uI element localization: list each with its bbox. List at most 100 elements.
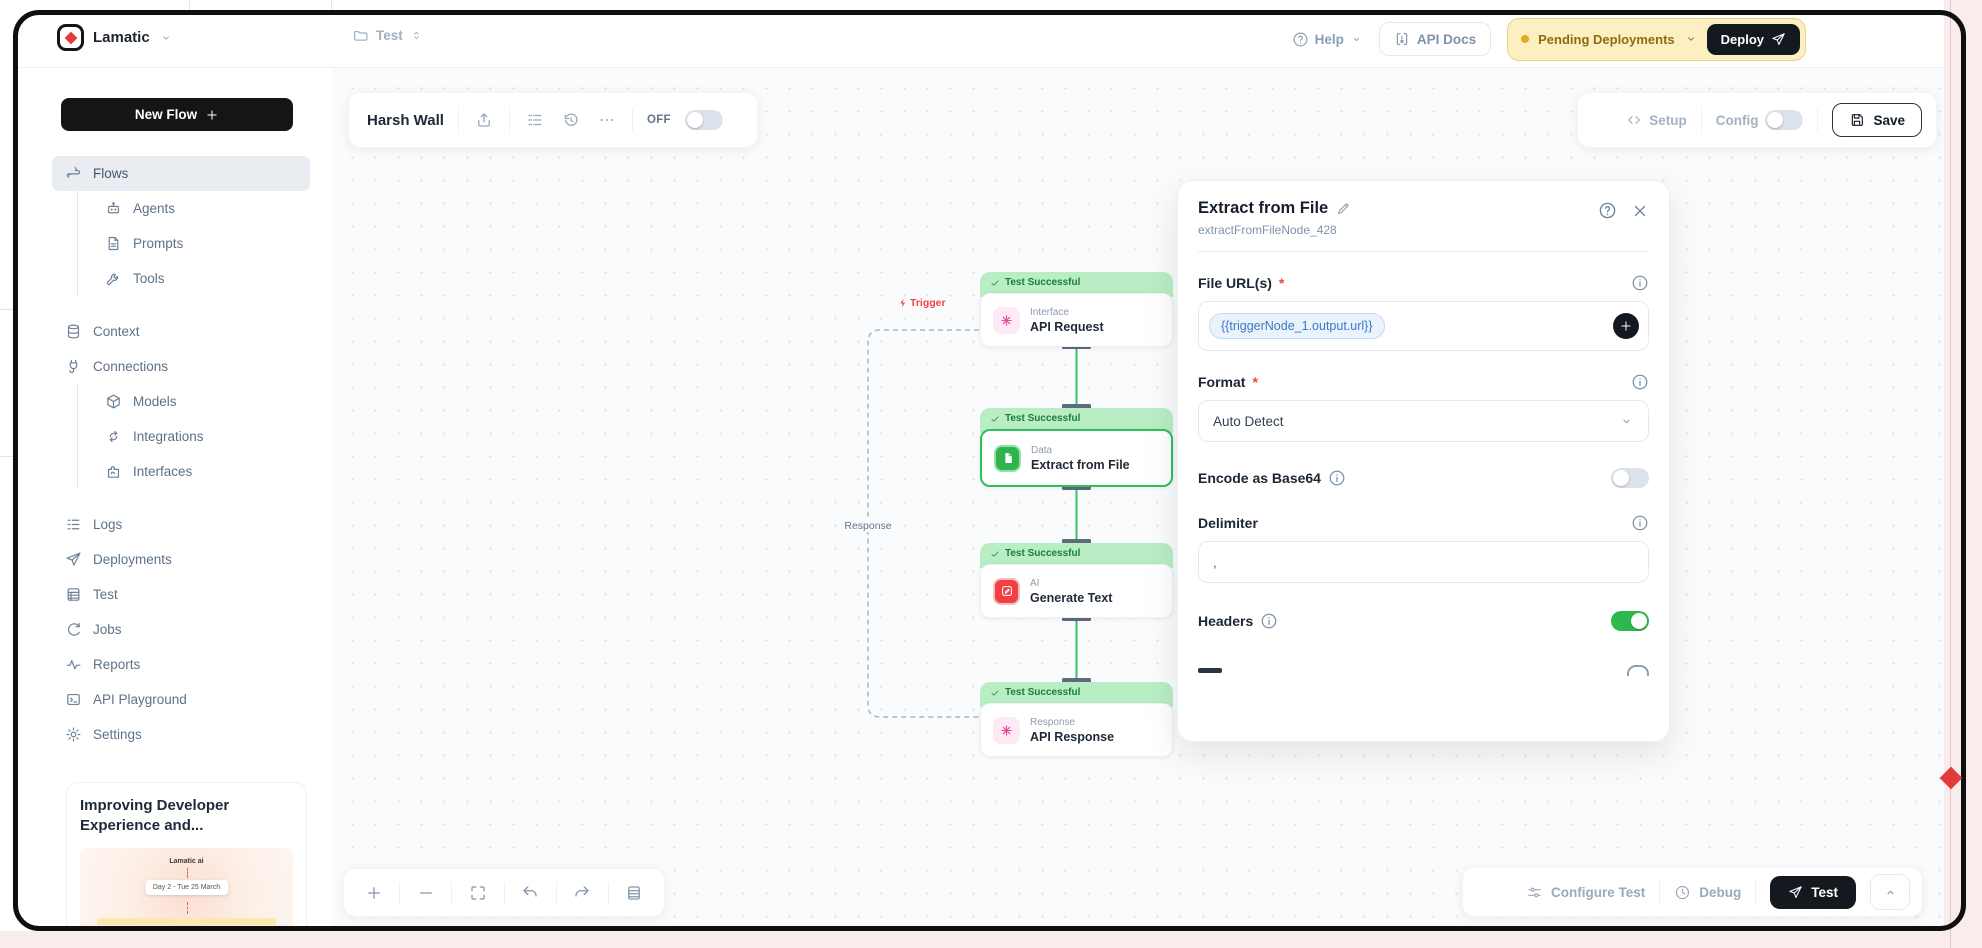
workspace-switcher[interactable]: Lamatic [57, 24, 173, 51]
node-card[interactable]: AI Generate Text [980, 564, 1173, 618]
workspace-name: Lamatic [93, 29, 150, 46]
required-marker: * [1279, 275, 1284, 291]
config-label: Config [1716, 113, 1759, 128]
plus-icon [205, 108, 219, 122]
info-icon[interactable] [1631, 274, 1649, 292]
collapse-toolbar-button[interactable] [1870, 874, 1910, 910]
response-spark-icon [993, 717, 1020, 744]
sidebar-item-reports[interactable]: Reports [52, 647, 310, 682]
share-icon[interactable] [473, 109, 495, 131]
sidebar-item-context[interactable]: Context [52, 314, 310, 349]
sidebar-nav: Flows Agents Prompts Tools [52, 156, 310, 752]
run-toolbar: Configure Test Debug Test [1462, 867, 1923, 917]
file-urls-label-row: File URL(s) * [1198, 275, 1284, 291]
node-generate-text[interactable]: Test Successful AI Generate Text [980, 543, 1173, 618]
notebook-icon [65, 586, 82, 603]
node-card[interactable]: Interface API Request [980, 293, 1173, 347]
trigger-tag: Trigger [898, 297, 946, 309]
clipped-field-label [1198, 668, 1222, 673]
node-api-request[interactable]: Test Successful Interface API Request [980, 272, 1173, 347]
edit-pencil-icon[interactable] [1336, 201, 1351, 216]
node-card-selected[interactable]: Data Extract from File [980, 429, 1173, 487]
zoom-out-button[interactable] [400, 869, 451, 916]
check-icon [990, 278, 1000, 288]
undo-button[interactable] [505, 869, 556, 916]
file-urls-input[interactable]: {{triggerNode_1.output.url}} [1198, 301, 1649, 351]
info-icon[interactable] [1631, 373, 1649, 391]
delimiter-input[interactable]: , [1198, 541, 1649, 583]
promo-card[interactable]: Improving Developer Experience and... La… [66, 782, 307, 931]
format-label-row: Format * [1198, 374, 1258, 390]
gear-icon [65, 726, 82, 743]
sidebar-item-integrations[interactable]: Integrations [105, 419, 310, 454]
panel-help-icon[interactable] [1598, 201, 1617, 220]
panel-close-icon[interactable] [1631, 202, 1649, 220]
notes-table-icon[interactable] [609, 869, 660, 916]
promo-title: Improving Developer Experience and... [80, 796, 293, 836]
node-card[interactable]: Response API Response [980, 703, 1173, 757]
variable-chip[interactable]: {{triggerNode_1.output.url}} [1209, 313, 1385, 339]
setup-button[interactable]: Setup [1626, 112, 1687, 128]
info-icon[interactable] [1260, 612, 1278, 630]
flow-header-toolbar: Harsh Wall OFF [348, 92, 758, 148]
api-docs-button[interactable]: API Docs [1379, 22, 1491, 56]
new-flow-label: New Flow [135, 107, 197, 122]
pending-deployments-pill[interactable]: Pending Deployments Deploy [1507, 18, 1806, 61]
sidebar-item-api-playground[interactable]: API Playground [52, 682, 310, 717]
info-icon[interactable] [1328, 469, 1346, 487]
flow-canvas[interactable] [332, 68, 1944, 931]
lamatic-logo-icon [57, 24, 84, 51]
more-options-icon[interactable] [596, 109, 618, 131]
app-window: Lamatic Test Help API Docs [13, 10, 1966, 931]
configure-test-button[interactable]: Configure Test [1526, 884, 1645, 901]
sidebar-item-logs[interactable]: Logs [52, 507, 310, 542]
flow-enabled-toggle[interactable] [685, 110, 723, 130]
fit-view-button[interactable] [452, 869, 503, 916]
chevron-down-icon[interactable] [1684, 32, 1698, 46]
sidebar-item-label: Flows [93, 166, 128, 181]
sidebar-item-models[interactable]: Models [105, 384, 310, 419]
headers-toggle[interactable] [1611, 611, 1649, 631]
help-menu[interactable]: Help [1292, 31, 1363, 48]
tab-test[interactable]: Test [352, 27, 423, 44]
history-icon[interactable] [560, 109, 582, 131]
sidebar-item-agents[interactable]: Agents [105, 191, 310, 226]
sidebar-item-flows[interactable]: Flows [52, 156, 310, 191]
deploy-button[interactable]: Deploy [1707, 24, 1800, 55]
sidebar-item-deployments[interactable]: Deployments [52, 542, 310, 577]
format-select[interactable]: Auto Detect [1198, 400, 1649, 442]
debug-button[interactable]: Debug [1674, 884, 1741, 901]
sidebar-item-label: Models [133, 394, 177, 409]
node-title: Extract from File [1031, 458, 1130, 472]
sidebar-item-prompts[interactable]: Prompts [105, 226, 310, 261]
info-icon[interactable] [1631, 514, 1649, 532]
sidebar-item-tools[interactable]: Tools [105, 261, 310, 296]
sidebar-item-connections[interactable]: Connections [52, 349, 310, 384]
guide-line [1950, 10, 1951, 931]
sidebar-item-settings[interactable]: Settings [52, 717, 310, 752]
sidebar-item-label: Interfaces [133, 464, 192, 479]
zoom-in-button[interactable] [348, 869, 399, 916]
clipped-next-field [1198, 665, 1649, 676]
save-button[interactable]: Save [1832, 103, 1922, 137]
node-config-panel: Extract from File extractFromFileNode_42… [1177, 180, 1670, 742]
redo-button[interactable] [557, 869, 608, 916]
new-flow-button[interactable]: New Flow [61, 98, 293, 131]
sidebar-item-jobs[interactable]: Jobs [52, 612, 310, 647]
test-button[interactable]: Test [1770, 876, 1856, 909]
node-title: Generate Text [1030, 591, 1112, 605]
add-url-button[interactable] [1613, 313, 1639, 339]
sidebar-item-label: Deployments [93, 552, 172, 567]
node-extract-from-file[interactable]: Test Successful Data Extract from File [980, 408, 1173, 487]
sort-arrows-icon[interactable] [410, 29, 423, 42]
encode-base64-toggle[interactable] [1611, 468, 1649, 488]
sidebar-item-test[interactable]: Test [52, 577, 310, 612]
terminal-icon [65, 691, 82, 708]
node-title: API Request [1030, 320, 1104, 334]
sidebar-item-interfaces[interactable]: Interfaces [105, 454, 310, 489]
sidebar-item-label: Prompts [133, 236, 183, 251]
config-toggle[interactable] [1765, 110, 1803, 130]
node-api-response[interactable]: Test Successful Response API Response [980, 682, 1173, 757]
paper-plane-icon [65, 551, 82, 568]
queue-list-icon[interactable] [524, 109, 546, 131]
